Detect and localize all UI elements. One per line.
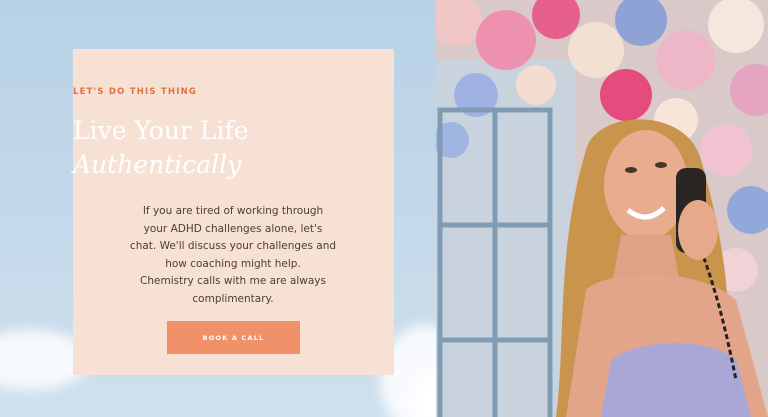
section-description: If you are tired of working through your…	[98, 203, 368, 309]
description-line: chat. We'll discuss your challenges and	[129, 240, 337, 253]
section-title: Live Your Life	[73, 116, 249, 145]
portrait-photo-icon	[436, 0, 768, 417]
hero-photo	[436, 0, 768, 417]
description-line: complimentary.	[192, 292, 274, 305]
section-eyebrow: LET'S DO THIS THING	[73, 87, 198, 97]
section-title-italic: Authentically	[73, 150, 242, 179]
description-line: how coaching might help.	[165, 257, 301, 270]
book-a-call-button[interactable]: BOOK A CALL	[167, 321, 300, 354]
description-line: If you are tired of working through	[142, 205, 324, 217]
description-line: your ADHD challenges alone, let's	[143, 222, 323, 235]
description-line: Chemistry calls with me are always	[140, 275, 326, 288]
